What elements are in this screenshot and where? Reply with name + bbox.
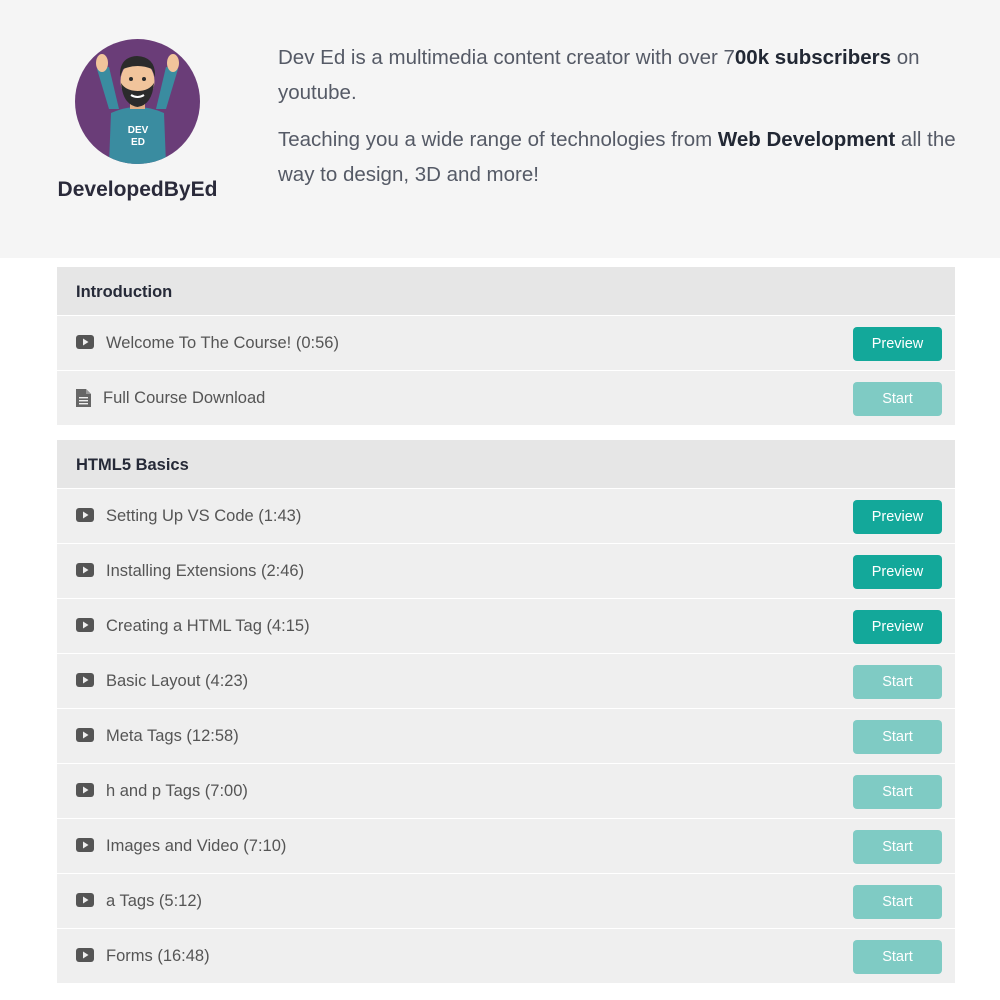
start-button[interactable]: Start — [853, 720, 942, 754]
preview-button[interactable]: Preview — [853, 327, 942, 361]
lecture-item[interactable]: a Tags (5:12) Start — [57, 874, 955, 929]
lecture-title: Installing Extensions (2:46) — [106, 562, 305, 580]
lecture-item[interactable]: Creating a HTML Tag (4:15) Preview — [57, 599, 955, 654]
bio-paragraph: Teaching you a wide range of technologie… — [278, 128, 956, 186]
start-button[interactable]: Start — [853, 665, 942, 699]
author-bio: Dev Ed is a multimedia content creator w… — [278, 40, 978, 204]
preview-button[interactable]: Preview — [853, 500, 942, 534]
section-title: HTML5 Basics — [57, 440, 955, 489]
lecture-item[interactable]: Basic Layout (4:23) Start — [57, 654, 955, 709]
play-icon — [76, 783, 94, 802]
lecture-title: Forms (16:48) — [106, 947, 210, 965]
lecture-title: Basic Layout (4:23) — [106, 672, 249, 690]
lecture-title: Setting Up VS Code (1:43) — [106, 507, 302, 525]
play-icon — [76, 508, 94, 527]
author-name: DevelopedByEd — [57, 178, 218, 201]
lecture-title: h and p Tags (7:00) — [106, 782, 248, 800]
lecture-item[interactable]: Installing Extensions (2:46) Preview — [57, 544, 955, 599]
course-section: HTML5 Basics Setting Up VS Code (1:43) Pre… — [57, 440, 955, 984]
lecture-item[interactable]: Setting Up VS Code (1:43) Preview — [57, 489, 955, 544]
play-icon — [76, 893, 94, 912]
start-button[interactable]: Start — [853, 382, 942, 416]
avatar: DEV ED — [75, 39, 200, 164]
lecture-title: Meta Tags (12:58) — [106, 727, 239, 745]
play-icon — [76, 838, 94, 857]
lecture-item[interactable]: Images and Video (7:10) Start — [57, 819, 955, 874]
play-icon — [76, 948, 94, 967]
lecture-title: a Tags (5:12) — [106, 892, 203, 910]
start-button[interactable]: Start — [853, 885, 942, 919]
start-button[interactable]: Start — [853, 830, 942, 864]
play-icon — [76, 728, 94, 747]
play-icon — [76, 335, 94, 354]
start-button[interactable]: Start — [853, 775, 942, 809]
play-icon — [76, 673, 94, 692]
lecture-title: Welcome To The Course! (0:56) — [106, 334, 339, 352]
play-icon — [76, 618, 94, 637]
start-button[interactable]: Start — [853, 940, 942, 974]
play-icon — [76, 563, 94, 582]
avatar-shirt-text-1: DEV — [128, 125, 149, 136]
lecture-item[interactable]: Full Course Download Start — [57, 371, 955, 426]
lecture-item[interactable]: h and p Tags (7:00) Start — [57, 764, 955, 819]
document-icon — [76, 389, 91, 412]
lecture-item[interactable]: Forms (16:48) Start — [57, 929, 955, 984]
lecture-title: Full Course Download — [103, 389, 266, 407]
lecture-item[interactable]: Meta Tags (12:58) Start — [57, 709, 955, 764]
preview-button[interactable]: Preview — [853, 610, 942, 644]
lecture-title: Images and Video (7:10) — [106, 837, 287, 855]
section-title: Introduction — [57, 267, 955, 316]
avatar-shirt-text-2: ED — [131, 137, 145, 148]
course-section: Introduction Welcome To The Course! (0:56… — [57, 267, 955, 426]
author-section: DEV ED DevelopedByEd Dev Ed is a multime… — [0, 0, 1000, 258]
preview-button[interactable]: Preview — [853, 555, 942, 589]
bio-paragraph: Dev Ed is a multimedia content creator w… — [278, 46, 920, 104]
lecture-title: Creating a HTML Tag (4:15) — [106, 617, 310, 635]
lecture-item[interactable]: Welcome To The Course! (0:56) Preview — [57, 316, 955, 371]
